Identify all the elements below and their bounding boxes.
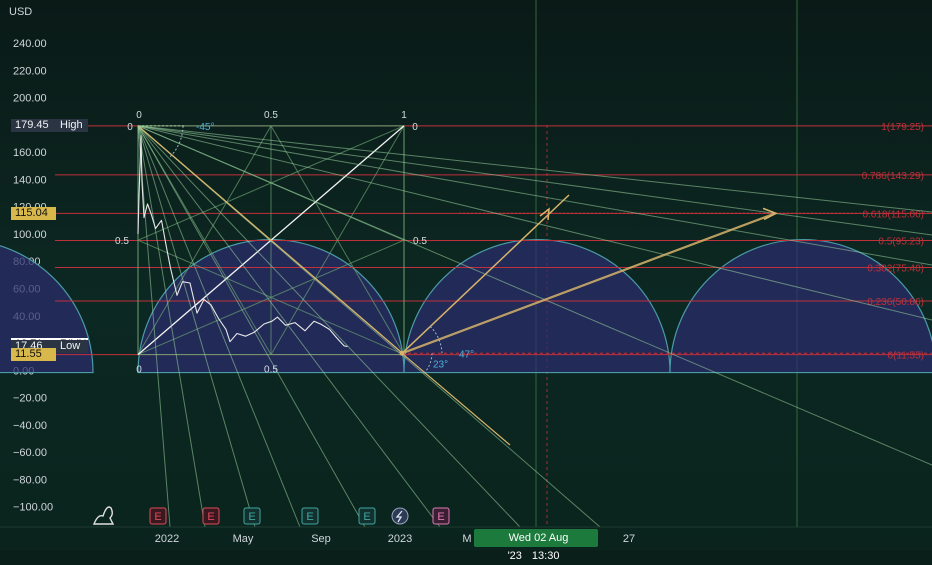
price-tag: 179.45 bbox=[11, 119, 56, 132]
y-tick-label: −80.00 bbox=[13, 474, 47, 486]
y-tick-label: −100.00 bbox=[13, 502, 53, 514]
price-tag-name: High bbox=[56, 119, 88, 132]
y-tick-label: −60.00 bbox=[13, 447, 47, 459]
earnings-icon: E bbox=[207, 511, 214, 523]
chart-svg[interactable]: USD 240.00220.00200.00180.00160.00140.00… bbox=[0, 0, 932, 550]
earnings-icon: E bbox=[437, 511, 444, 523]
x-tick-label: 2023 bbox=[388, 533, 412, 545]
y-tick-label: 200.00 bbox=[13, 93, 47, 105]
x-tick-label: Sep bbox=[311, 533, 331, 545]
gann-fan-line bbox=[138, 126, 932, 235]
price-tag: 115.04 bbox=[11, 207, 56, 220]
earnings-icon: E bbox=[154, 511, 161, 523]
fib-level-label: 1(179.25) bbox=[881, 122, 924, 133]
gann-box-label: 0.5 bbox=[413, 236, 427, 247]
angle-label: 23° bbox=[433, 359, 448, 370]
gann-box-label: 0.5 bbox=[264, 110, 278, 121]
earnings-icon: E bbox=[248, 511, 255, 523]
gann-box-label: 0 bbox=[412, 122, 418, 133]
angle-label: 47° bbox=[459, 349, 474, 360]
chart-container[interactable]: USD 240.00220.00200.00180.00160.00140.00… bbox=[0, 0, 932, 550]
x-tick-label: 27 bbox=[623, 533, 635, 545]
currency-label: USD bbox=[9, 6, 32, 18]
dino-icon bbox=[94, 507, 113, 524]
price-tag: 11.55 bbox=[11, 348, 56, 361]
y-tick-label: 220.00 bbox=[13, 65, 47, 77]
x-tick-label: May bbox=[233, 533, 254, 545]
x-tick-label: M bbox=[462, 533, 471, 545]
anchor-point bbox=[400, 351, 405, 356]
crosshair-time: 13:30 bbox=[532, 550, 560, 562]
gann-fan-line bbox=[138, 126, 932, 212]
earnings-icon: E bbox=[363, 511, 370, 523]
gann-box-label: 0.5 bbox=[115, 236, 129, 247]
gann-box-label: 0 bbox=[136, 110, 142, 121]
fib-arc bbox=[404, 240, 670, 373]
gann-box-label: 0 bbox=[127, 122, 133, 133]
fib-level-label: 0.382(75.40) bbox=[867, 263, 924, 274]
event-markers: EEEEEE bbox=[94, 507, 449, 524]
lightning-icon bbox=[392, 508, 408, 524]
y-tick-label: 160.00 bbox=[13, 147, 47, 159]
y-tick-label: −40.00 bbox=[13, 420, 47, 432]
price-tag-name: Low bbox=[56, 340, 88, 353]
earnings-icon: E bbox=[306, 511, 313, 523]
y-tick-label: 140.00 bbox=[13, 174, 47, 186]
fib-level-label: 0.786(143.29) bbox=[862, 171, 924, 182]
y-tick-label: −20.00 bbox=[13, 393, 47, 405]
x-axis: 2022 May Sep 2023 M 27 bbox=[0, 527, 932, 545]
gann-box-label: 0 bbox=[136, 365, 142, 376]
fib-level-label: 0.5(95.23) bbox=[878, 236, 924, 247]
y-tick-label: 100.00 bbox=[13, 229, 47, 241]
fib-level-label: 0.618(115.06) bbox=[862, 209, 924, 220]
gann-box-label: 1 bbox=[401, 110, 407, 121]
x-tick-label: 2022 bbox=[155, 533, 179, 545]
angle-label: -45° bbox=[196, 122, 214, 133]
fib-level-label: 0(11.55) bbox=[887, 351, 924, 362]
crosshair-date-badge: Wed 02 Aug '2313:30 bbox=[474, 529, 598, 547]
y-tick-label: 240.00 bbox=[13, 38, 47, 50]
